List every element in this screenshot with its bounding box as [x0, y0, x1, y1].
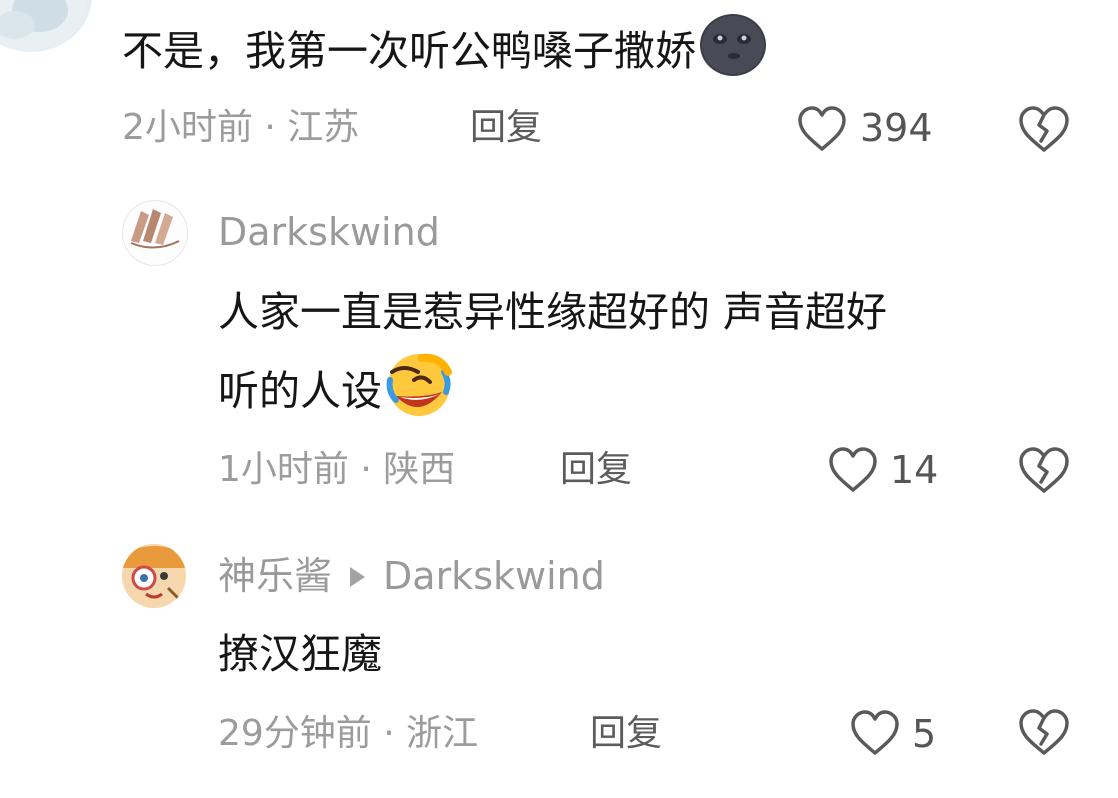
new-moon-face-emoji — [698, 12, 768, 96]
comment-meta: 29分钟前 · 浙江 — [218, 713, 479, 754]
comment-text: 撩汉狂魔 — [218, 630, 382, 678]
broken-heart-icon[interactable] — [1018, 105, 1070, 157]
reply-button[interactable]: 回复 — [470, 106, 542, 150]
avatar[interactable] — [122, 544, 186, 608]
comment-text-line2: 听的人设 — [218, 352, 454, 436]
like-count: 5 — [912, 712, 937, 756]
reply-header: 神乐酱 Darkskwind — [218, 554, 605, 598]
heart-outline-icon[interactable] — [850, 710, 900, 760]
broken-heart-icon[interactable] — [1018, 446, 1070, 498]
broken-heart-icon[interactable] — [1018, 708, 1070, 760]
comment-text: 人家一直是惹异性缘超好的 声音超好 — [218, 288, 888, 336]
avatar[interactable] — [0, 0, 92, 52]
username[interactable]: 神乐酱 — [218, 554, 332, 598]
rolling-laughing-emoji — [384, 352, 454, 436]
like-count: 394 — [860, 106, 933, 150]
username[interactable]: Darkskwind — [218, 210, 440, 254]
reply-button[interactable]: 回复 — [560, 448, 632, 492]
reply-arrow-icon — [350, 566, 366, 587]
comment-meta: 1小时前 · 陕西 — [218, 449, 456, 490]
reply-to-username[interactable]: Darkskwind — [383, 554, 605, 598]
comment-meta: 2小时前 · 江苏 — [122, 107, 360, 148]
heart-outline-icon[interactable] — [828, 447, 878, 497]
heart-outline-icon[interactable] — [797, 106, 847, 156]
comment-text: 不是，我第一次听公鸭嗓子撒娇 — [122, 12, 768, 96]
like-count: 14 — [890, 448, 939, 492]
avatar[interactable] — [122, 200, 188, 266]
reply-button[interactable]: 回复 — [590, 712, 662, 756]
